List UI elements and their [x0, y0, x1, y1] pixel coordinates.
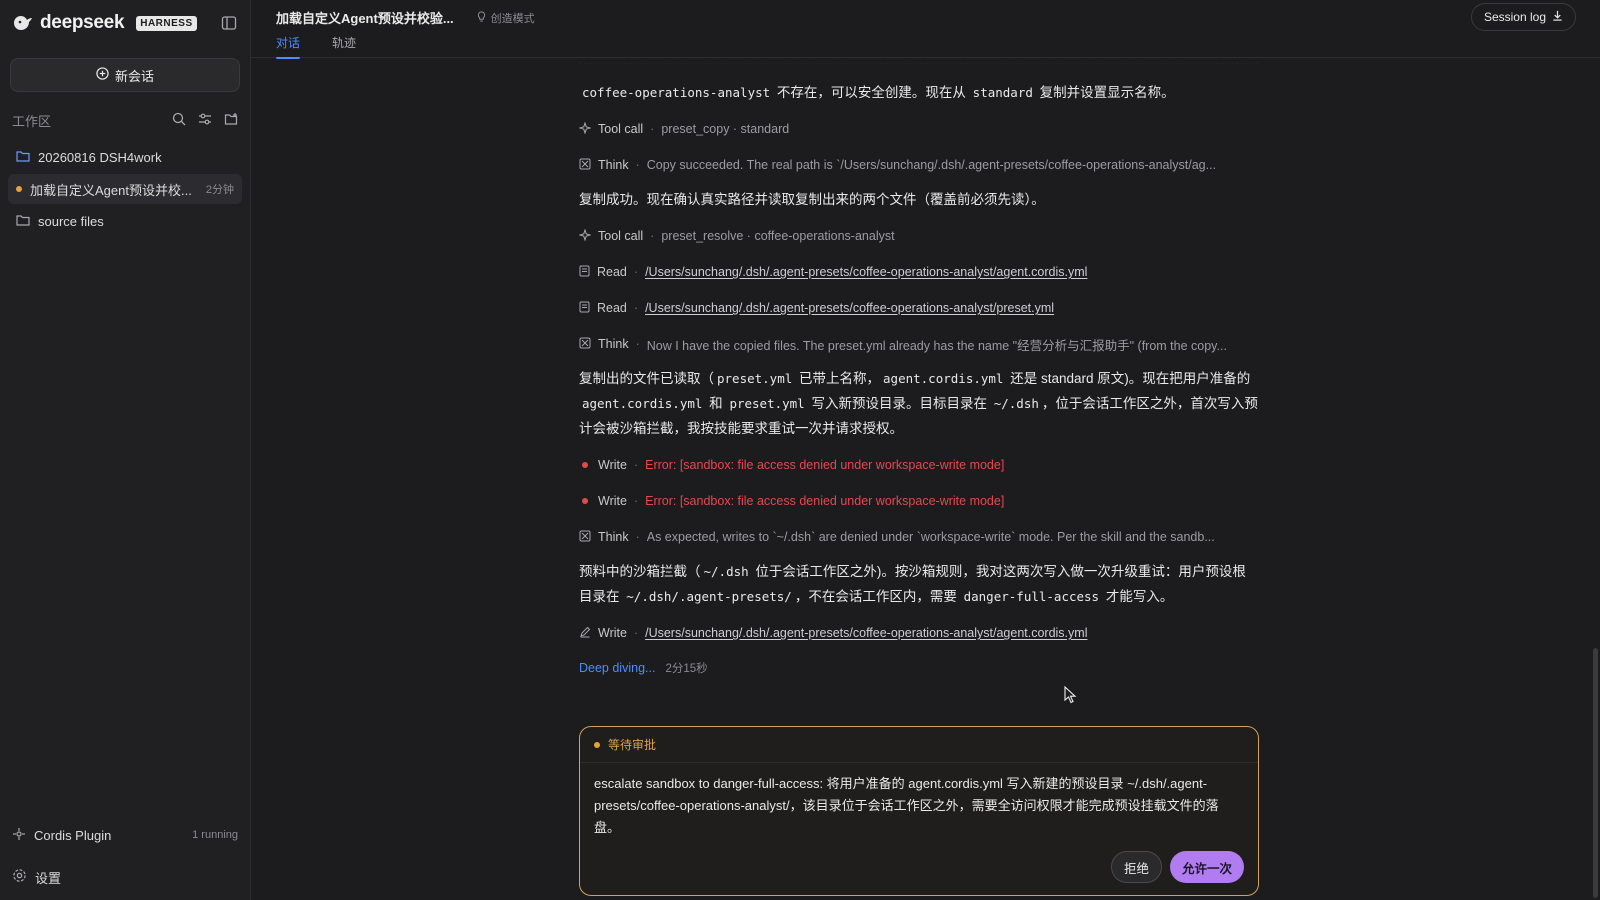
inline-code: ~/.dsh/.agent-presets/: [626, 589, 792, 604]
plugin-label: Cordis Plugin: [34, 827, 112, 843]
lightbulb-icon: [476, 10, 487, 25]
new-folder-icon[interactable]: [224, 112, 238, 129]
step-tool-call[interactable]: Tool call · preset_copy · standard: [579, 111, 1259, 147]
workspace-item-source-files[interactable]: source files: [8, 206, 242, 236]
approval-title: 等待审批: [608, 738, 657, 752]
plus-circle-icon: [96, 67, 109, 83]
step-think[interactable]: Think · Copy succeeded. The real path is …: [579, 147, 1259, 183]
workspace-item-current-session[interactable]: 加载自定义Agent预设并校... 2分钟: [8, 174, 242, 204]
allow-once-button[interactable]: 允许一次: [1169, 851, 1244, 883]
workspace-item-time: 2分钟: [205, 184, 234, 196]
conversation-area: coffee-operations-analyst 不存在，可以安全创建。现在从…: [251, 58, 1600, 900]
inline-code: preset.yml: [729, 396, 805, 411]
step-write[interactable]: Write · /Users/sunchang/.dsh/.agent-prese…: [579, 615, 1259, 651]
sidebar-footer: Cordis Plugin 1 running 设置: [0, 820, 250, 900]
file-path-link[interactable]: /Users/sunchang/.dsh/.agent-presets/coff…: [645, 626, 1087, 640]
brand-bar: deepseek HARNESS: [0, 0, 250, 46]
inline-code: agent.cordis.yml: [883, 371, 1004, 386]
reject-button[interactable]: 拒绝: [1110, 851, 1162, 883]
settings-label: 设置: [35, 870, 62, 886]
approval-card: 等待审批 escalate sandbox to danger-full-acc…: [579, 726, 1259, 896]
deepseek-logo-icon: [12, 12, 34, 34]
running-status-dot: [16, 186, 22, 192]
new-chat-button[interactable]: 新会话: [10, 58, 240, 92]
approval-header: 等待审批: [580, 727, 1258, 763]
file-icon: [579, 301, 590, 316]
inline-code: coffee-operations-analyst: [582, 85, 771, 100]
workspace-list: 20260816 DSH4work 加载自定义Agent预设并校... 2分钟 …: [0, 142, 250, 236]
step-write-error[interactable]: Write · Error: [sandbox: file access deni…: [579, 447, 1259, 483]
tab-conversation[interactable]: 对话: [276, 34, 301, 59]
step-write-error[interactable]: Write · Error: [sandbox: file access deni…: [579, 483, 1259, 519]
workspace-item-label: 20260816 DSH4work: [38, 149, 162, 165]
workspace-label: 工作区: [12, 113, 52, 129]
top-bar: 加载自定义Agent预设并校验... 创造模式 对话 轨迹 Session lo…: [251, 0, 1600, 59]
filter-icon[interactable]: [198, 112, 212, 129]
settings-button[interactable]: 设置: [0, 860, 250, 894]
pending-dot-icon: [594, 741, 600, 748]
folder-icon: [16, 150, 30, 165]
folder-icon: [16, 214, 30, 229]
assistant-message: 复制成功。现在确认真实路径并读取复制出来的两个文件（覆盖前必须先读）。: [579, 192, 1045, 207]
file-icon: [579, 265, 590, 280]
workspace-item-label: 加载自定义Agent预设并校...: [30, 182, 192, 198]
assistant-message: coffee-operations-analyst 不存在，可以安全创建。现在从…: [579, 80, 1259, 105]
brand-name: deepseek: [40, 12, 125, 33]
inline-code: ~/.dsh: [703, 564, 749, 579]
search-icon[interactable]: [172, 112, 186, 129]
workspace-item-dsh4work[interactable]: 20260816 DSH4work: [8, 142, 242, 172]
inline-code: standard: [972, 85, 1033, 100]
mode-label: 创造模式: [490, 12, 535, 25]
sparkle-icon: [579, 120, 592, 137]
gear-icon: [12, 868, 27, 886]
page-title: 加载自定义Agent预设并校验...: [276, 11, 454, 26]
mode-indicator: 创造模式: [476, 10, 535, 26]
elapsed-time: 2分15秒: [665, 663, 708, 675]
session-log-button[interactable]: Session log: [1470, 3, 1576, 31]
download-icon: [1552, 10, 1563, 24]
sidebar-toggle-icon[interactable]: [220, 14, 238, 32]
step-read[interactable]: Read · /Users/sunchang/.dsh/.agent-preset…: [579, 254, 1259, 290]
step-think[interactable]: Think · As expected, writes to `~/.dsh` a…: [579, 519, 1259, 555]
workspace-item-label: source files: [38, 213, 104, 229]
step-think[interactable]: Think · Now I have the copied files. The …: [579, 326, 1259, 362]
main-panel: 加载自定义Agent预设并校验... 创造模式 对话 轨迹 Session lo…: [251, 0, 1600, 900]
scrollbar-thumb[interactable]: [1593, 648, 1598, 898]
inline-code: danger-full-access: [963, 589, 1100, 604]
step-read[interactable]: Read · /Users/sunchang/.dsh/.agent-preset…: [579, 290, 1259, 326]
sidebar: deepseek HARNESS 新会话 工作区 20260816 DSH4wo…: [0, 0, 251, 900]
new-chat-label: 新会话: [114, 68, 154, 84]
mouse-cursor-icon: [1064, 685, 1078, 704]
file-path-link[interactable]: /Users/sunchang/.dsh/.agent-presets/coff…: [645, 301, 1054, 315]
think-icon: [579, 530, 591, 545]
assistant-message: 复制出的文件已读取（ preset.yml 已带上名称， agent.cordis.…: [579, 371, 1258, 436]
file-path-link[interactable]: /Users/sunchang/.dsh/.agent-presets/coff…: [645, 265, 1087, 279]
workspace-header: 工作区: [0, 108, 250, 132]
error-dot-icon: [582, 498, 588, 504]
inline-code: agent.cordis.yml: [582, 396, 703, 411]
message-column: coffee-operations-analyst 不存在，可以安全创建。现在从…: [579, 58, 1259, 896]
assistant-message: 预料中的沙箱拦截（ ~/.dsh 位于会话工作区之外)。按沙箱规则，我对这两次写入…: [579, 564, 1246, 604]
brand-badge: HARNESS: [136, 15, 197, 31]
sparkle-icon: [579, 227, 592, 244]
plugin-icon: [12, 827, 26, 844]
error-dot-icon: [582, 462, 588, 468]
step-tool-call[interactable]: Tool call · preset_resolve · coffee-opera…: [579, 218, 1259, 254]
session-log-label: Session log: [1483, 10, 1546, 24]
status-label: Deep diving...: [579, 661, 656, 675]
plugin-status[interactable]: Cordis Plugin 1 running: [0, 820, 250, 850]
plugin-running-count: 1 running: [192, 829, 238, 841]
inline-code: ~/.dsh: [993, 396, 1039, 411]
inline-code: preset.yml: [717, 371, 793, 386]
pencil-icon: [579, 626, 591, 641]
think-icon: [579, 158, 591, 173]
think-icon: [579, 337, 591, 352]
tab-trace[interactable]: 轨迹: [332, 34, 356, 57]
approval-message: escalate sandbox to danger-full-access: …: [594, 776, 1219, 835]
view-tabs: 对话 轨迹: [276, 34, 356, 59]
progress-status: Deep diving... 2分15秒: [579, 651, 1259, 685]
